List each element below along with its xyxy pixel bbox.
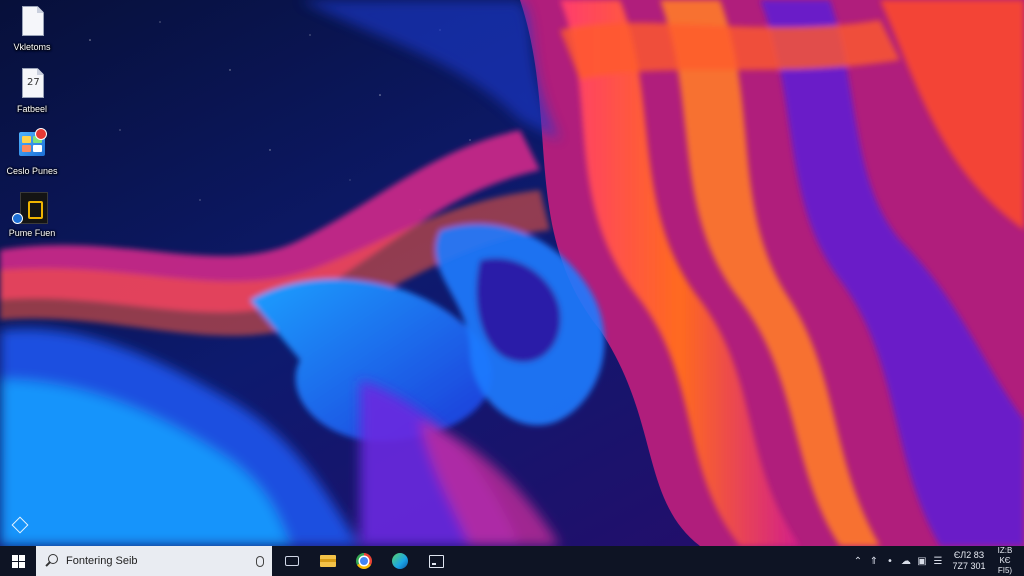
microphone-icon[interactable] (256, 555, 264, 567)
notification-center-button[interactable]: IZ:B KЄ FI5) (992, 546, 1018, 576)
battery-icon[interactable]: ▣ (914, 546, 930, 576)
start-button[interactable] (0, 546, 36, 576)
control-panel-icon (16, 128, 48, 164)
file-explorer-icon (320, 555, 336, 567)
desktop-icon-label: Ceslo Punes (6, 166, 58, 176)
taskbar: Fontering Seib ⌃ ⇑ • ☁ ▣ ☰ ЄЛ2 8З 7Z7 30… (0, 546, 1024, 576)
desktop-wallpaper (0, 0, 1024, 546)
desktop-icon-label: Pume Fuen (8, 228, 56, 238)
cloud-icon[interactable]: ☁ (898, 546, 914, 576)
chevron-up-icon[interactable]: ⌃ (850, 546, 866, 576)
keyboard-icon[interactable]: ☰ (930, 546, 946, 576)
search-icon (44, 553, 60, 569)
system-tray: ⌃ ⇑ • ☁ ▣ ☰ ЄЛ2 8З 7Z7 301 IZ:B KЄ FI5) (850, 546, 1024, 576)
chrome-button[interactable] (346, 546, 382, 576)
notification-line: IZ:B (997, 546, 1013, 555)
search-box[interactable]: Fontering Seib (36, 546, 272, 576)
shortcut-badge-icon (12, 213, 23, 224)
clock-time: ЄЛ2 8З (953, 550, 985, 560)
notification-line: KЄ FI5) (997, 556, 1013, 575)
chrome-icon (356, 553, 372, 569)
terminal-button[interactable] (418, 546, 454, 576)
task-view-button[interactable] (274, 546, 310, 576)
app-icon (12, 190, 48, 226)
desktop-icon-fatbeel[interactable]: 27 Fatbeel (4, 66, 60, 115)
terminal-icon (428, 554, 444, 568)
windows-logo-icon (11, 554, 25, 568)
desktop-icon-vkletoms[interactable]: Vkletoms (4, 4, 60, 53)
volume-icon[interactable]: • (882, 546, 898, 576)
desktop-icon-ceslo-punes[interactable]: Ceslo Punes (4, 128, 60, 177)
desktop-icon-pume-fuen[interactable]: Pume Fuen (4, 190, 60, 239)
task-view-icon (285, 556, 299, 566)
document-icon (16, 4, 48, 40)
desktop-icon-label: Fatbeel (16, 104, 48, 114)
edge-button[interactable] (382, 546, 418, 576)
text-file-icon: 27 (16, 66, 48, 102)
network-icon[interactable]: ⇑ (866, 546, 882, 576)
desktop-icon-label: Vkletoms (13, 42, 51, 52)
file-explorer-button[interactable] (310, 546, 346, 576)
clock[interactable]: ЄЛ2 8З 7Z7 301 (946, 550, 992, 572)
notification-badge-icon (35, 128, 47, 140)
edge-icon (392, 553, 408, 569)
clock-date: 7Z7 301 (952, 561, 986, 571)
search-input[interactable]: Fontering Seib (66, 555, 256, 567)
